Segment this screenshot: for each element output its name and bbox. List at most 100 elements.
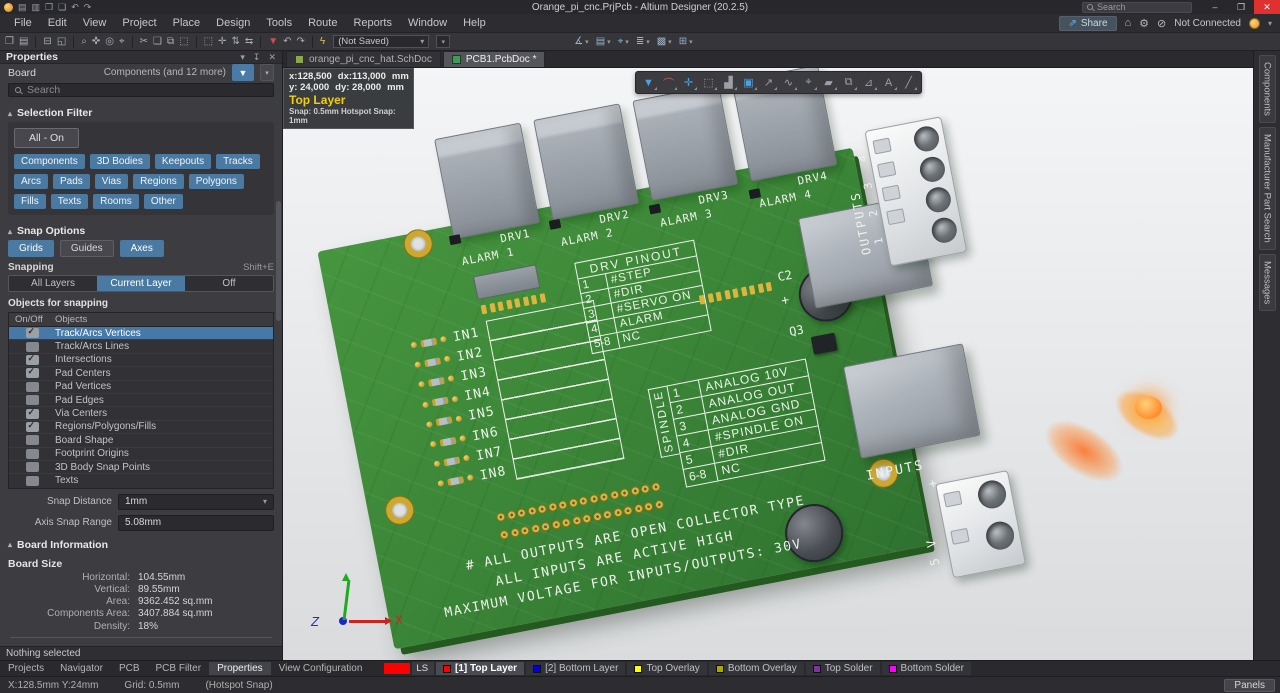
filter-scope[interactable]: Components (and 12 more) — [104, 67, 226, 78]
checkbox[interactable] — [26, 449, 39, 459]
layer-tab[interactable]: [2] Bottom Layer — [526, 662, 625, 675]
panel-scrollbar[interactable] — [276, 201, 281, 321]
paste-icon[interactable]: ⧉ — [166, 36, 175, 48]
menu-item[interactable]: Project — [114, 15, 164, 31]
table-row[interactable]: Pad Edges — [9, 394, 273, 407]
section-snap-options[interactable]: ▴ Snap Options — [0, 221, 282, 240]
snap-toggle[interactable]: Axes — [120, 240, 164, 257]
checkbox[interactable] — [26, 462, 39, 472]
saved-state-dropdown[interactable]: (Not Saved) ▾ — [333, 35, 429, 48]
chevron-down-icon[interactable]: ▾ — [1268, 19, 1272, 28]
pcb-3d-viewport[interactable]: x:128,500dx:113,000mm y: 24,000dy: 28,00… — [283, 68, 1253, 660]
divider[interactable] — [196, 36, 197, 48]
divider[interactable] — [312, 36, 313, 48]
checkbox[interactable] — [26, 368, 39, 378]
minimize-button[interactable]: – — [1202, 0, 1228, 14]
paste-special-icon[interactable]: ⬚ — [178, 36, 189, 48]
undo-icon[interactable]: ↶ — [282, 36, 292, 48]
variant-dropdown[interactable]: ▾ — [436, 35, 450, 48]
filter-icon[interactable]: ▼ — [640, 74, 657, 91]
diff-pair-icon[interactable]: ∿ — [780, 74, 797, 91]
filter-button[interactable]: Tracks — [216, 154, 260, 169]
checkbox[interactable] — [26, 422, 39, 432]
share-button[interactable]: ⇗Share — [1059, 16, 1116, 31]
checkbox[interactable] — [26, 435, 39, 445]
panels-button[interactable]: Panels — [1224, 679, 1275, 692]
connection-status[interactable]: Not Connected — [1174, 18, 1241, 29]
properties-search-input[interactable]: Search — [8, 83, 274, 97]
chevron-down-icon[interactable]: ▾ — [585, 38, 589, 46]
filter-button[interactable]: Pads — [53, 174, 90, 189]
measure-icon[interactable]: ▟ — [720, 74, 737, 91]
snap-toggle[interactable]: Grids — [8, 240, 54, 257]
divider[interactable] — [132, 36, 133, 48]
fit-board-icon[interactable]: ✜ — [91, 36, 101, 48]
menu-item[interactable]: Reports — [345, 15, 400, 31]
layer-mode-option[interactable]: All Layers — [9, 276, 97, 291]
table-row[interactable]: Pad Centers — [9, 367, 273, 380]
titlebar-search-input[interactable]: Search — [1082, 2, 1192, 13]
align-h-icon[interactable]: ⇆ — [244, 36, 254, 48]
table-row[interactable]: Pad Vertices — [9, 381, 273, 394]
place-component-icon[interactable]: ▣ — [740, 74, 757, 91]
filter-button[interactable]: Keepouts — [155, 154, 211, 169]
chevron-down-icon[interactable]: ▾ — [607, 38, 611, 46]
chevron-down-icon[interactable]: ▾ — [689, 38, 693, 46]
table-row[interactable]: Texts — [9, 474, 273, 487]
close-button[interactable]: ✕ — [1254, 0, 1280, 14]
chevron-down-icon[interactable]: ▾ — [646, 38, 650, 46]
filter-button[interactable]: 3D Bodies — [90, 154, 150, 169]
filter-dropdown[interactable]: ▾ — [260, 64, 274, 81]
fit-selection-icon[interactable]: ◎ — [104, 36, 115, 48]
layer-tab[interactable]: Top Overlay — [627, 662, 706, 675]
panel-tab[interactable]: Messages — [1259, 254, 1276, 311]
divider[interactable] — [35, 36, 36, 48]
checkbox[interactable] — [26, 355, 39, 365]
close-icon[interactable]: ✕ — [268, 52, 276, 63]
snap-toggle[interactable]: Guides — [60, 240, 114, 257]
snap-distance-select[interactable]: 1mm▾ — [118, 494, 274, 510]
menu-item[interactable]: Window — [400, 15, 455, 31]
checkbox[interactable] — [26, 409, 39, 419]
table-row[interactable]: Regions/Polygons/Fills — [9, 421, 273, 434]
pin-icon[interactable]: ↧ — [253, 52, 261, 63]
table-row[interactable]: Footprint Origins — [9, 448, 273, 461]
zoom-icon[interactable]: ⌕ — [80, 36, 88, 48]
area-zoom-icon[interactable]: ⌖ — [118, 36, 126, 48]
gear-icon[interactable]: ⚙ — [1139, 17, 1149, 30]
checkbox[interactable] — [26, 395, 39, 405]
filter-button[interactable]: Other — [144, 194, 183, 209]
open-project-icon[interactable]: ❏ — [58, 2, 66, 12]
panel-tab[interactable]: Manufacturer Part Search — [1259, 127, 1276, 250]
table-row[interactable]: Board Shape — [9, 434, 273, 447]
filter-button[interactable]: Rooms — [93, 194, 139, 209]
home-icon[interactable]: ⌂ — [1125, 17, 1132, 29]
route-width-icon[interactable]: ≣ — [635, 36, 645, 48]
menu-item[interactable]: Route — [300, 15, 345, 31]
divider[interactable] — [73, 36, 74, 48]
chevron-down-icon[interactable]: ▾ — [240, 52, 245, 63]
table-row[interactable]: Intersections — [9, 354, 273, 367]
panel-tab[interactable]: Projects — [0, 662, 52, 675]
cut-icon[interactable]: ✂ — [139, 36, 149, 48]
copy-icon[interactable]: ❏ — [152, 36, 163, 48]
chevron-down-icon[interactable]: ▾ — [625, 38, 629, 46]
axis-snap-range-input[interactable]: 5.08mm — [118, 515, 274, 531]
layer-mode-option[interactable]: Current Layer — [97, 276, 185, 291]
maximize-button[interactable]: ❐ — [1228, 0, 1254, 14]
section-board-information[interactable]: ▴ Board Information — [0, 535, 282, 554]
select-area-icon[interactable]: ⬚ — [203, 36, 214, 48]
table-row[interactable]: Track/Arcs Lines — [9, 340, 273, 353]
measure-icon[interactable]: ∡ — [573, 36, 584, 48]
print-icon[interactable]: ⊟ — [42, 36, 52, 48]
menu-item[interactable]: Help — [455, 15, 494, 31]
filter-button[interactable]: Arcs — [14, 174, 48, 189]
section-selection-filter[interactable]: ▴ Selection Filter — [0, 103, 282, 122]
checkbox[interactable] — [26, 476, 39, 486]
panel-tab[interactable]: Properties — [209, 662, 271, 675]
undo-icon[interactable]: ↶ — [71, 2, 79, 12]
clear-filter-icon[interactable]: ▼ — [267, 36, 279, 48]
checkbox[interactable] — [26, 382, 39, 392]
layer-mode-option[interactable]: Off — [185, 276, 273, 291]
table-row[interactable]: 3D Body Snap Points — [9, 461, 273, 474]
